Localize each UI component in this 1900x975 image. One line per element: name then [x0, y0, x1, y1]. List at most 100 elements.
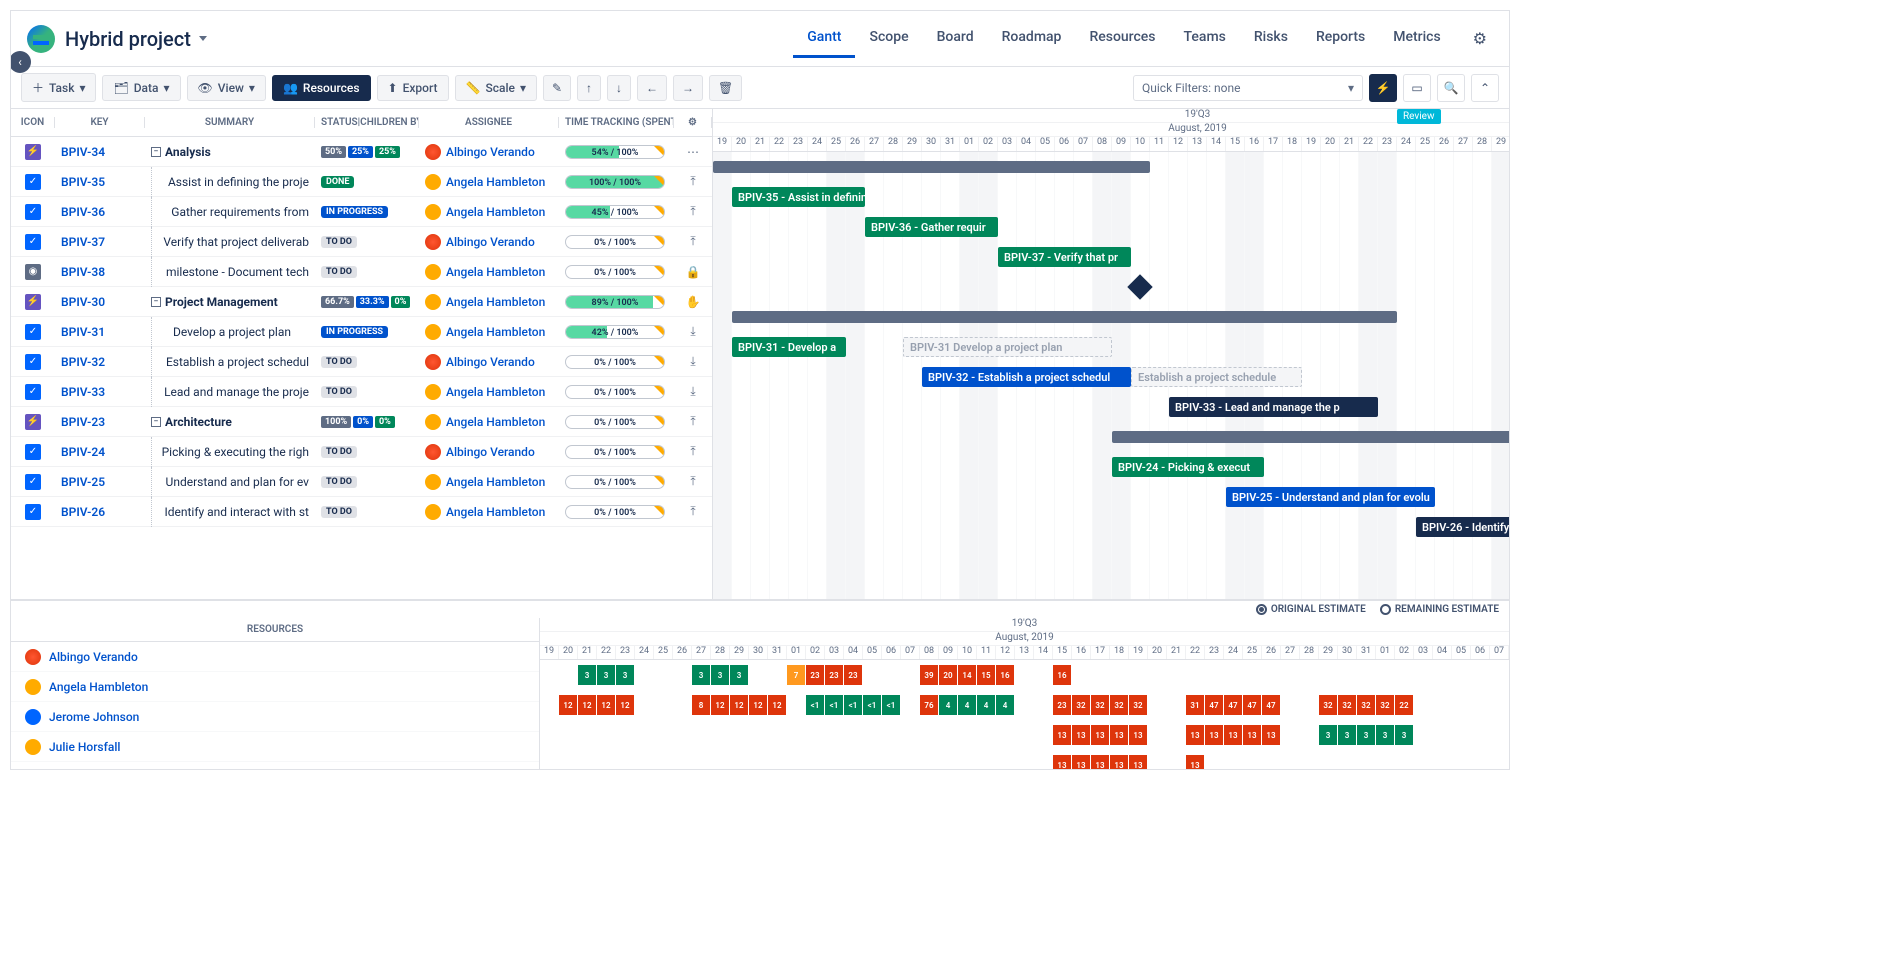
allocation-cell[interactable]: 3 [711, 665, 730, 685]
allocation-cell[interactable]: 20 [939, 665, 958, 685]
tree-toggle-icon[interactable]: − [151, 417, 161, 427]
allocation-cell[interactable]: 14 [958, 665, 977, 685]
gantt-bar[interactable]: BPIV-24 - Picking & execut [1112, 457, 1264, 477]
allocation-cell[interactable]: 32 [1091, 695, 1110, 715]
allocation-cell[interactable]: 13 [1129, 755, 1148, 770]
allocation-cell[interactable]: 47 [1205, 695, 1224, 715]
nav-risks[interactable]: Risks [1240, 19, 1302, 58]
nav-teams[interactable]: Teams [1170, 19, 1240, 58]
allocation-cell[interactable]: 23 [825, 665, 844, 685]
allocation-cell[interactable]: 32 [1072, 695, 1091, 715]
remaining-estimate-radio[interactable]: REMAINING ESTIMATE [1380, 604, 1499, 615]
allocation-cell[interactable]: <1 [882, 695, 901, 715]
assignee-link[interactable]: Albingo Verando [419, 444, 559, 460]
assignee-link[interactable]: Angela Hambleton [419, 204, 559, 220]
issue-summary[interactable]: Establish a project schedul [145, 347, 315, 377]
gantt-bar[interactable] [1112, 431, 1510, 443]
issue-key[interactable]: BPIV-25 [55, 475, 145, 489]
issue-key[interactable]: BPIV-31 [55, 325, 145, 339]
gantt-bar[interactable] [732, 311, 1397, 323]
allocation-cell[interactable]: 13 [1243, 725, 1262, 745]
issue-key[interactable]: BPIV-32 [55, 355, 145, 369]
export-button[interactable]: ⬆Export [377, 75, 449, 101]
search-icon[interactable]: 🔍 [1437, 74, 1465, 102]
settings-gear-icon[interactable]: ⚙ [1467, 19, 1493, 58]
nav-scope[interactable]: Scope [855, 19, 922, 58]
col-status[interactable]: STATUS|CHILDREN BY S [315, 117, 419, 128]
allocation-cell[interactable]: 47 [1243, 695, 1262, 715]
allocation-cell[interactable]: <1 [863, 695, 882, 715]
allocation-cell[interactable]: 4 [996, 695, 1015, 715]
assignee-link[interactable]: Albingo Verando [419, 354, 559, 370]
allocation-cell[interactable]: 3 [730, 665, 749, 685]
allocation-cell[interactable]: 32 [1129, 695, 1148, 715]
resources-button[interactable]: 👥Resources [272, 75, 371, 101]
issue-summary[interactable]: Understand and plan for ev [145, 467, 315, 497]
allocation-cell[interactable]: 13 [1186, 725, 1205, 745]
issue-key[interactable]: BPIV-33 [55, 385, 145, 399]
allocation-cell[interactable]: 23 [844, 665, 863, 685]
assignee-link[interactable]: Albingo Verando [419, 234, 559, 250]
view-button[interactable]: 👁View▾ [187, 75, 266, 101]
arrow-down-icon[interactable]: ↓ [607, 75, 631, 101]
delete-icon[interactable]: 🗑 [709, 75, 742, 101]
resource-person[interactable]: Jerome Johnson [11, 702, 539, 732]
nav-reports[interactable]: Reports [1302, 19, 1379, 58]
row-action-icon[interactable]: ⤓ [674, 354, 712, 369]
allocation-cell[interactable]: 3 [578, 665, 597, 685]
issue-key[interactable]: BPIV-34 [55, 145, 145, 159]
nav-board[interactable]: Board [923, 19, 988, 58]
allocation-cell[interactable]: 4 [958, 695, 977, 715]
data-button[interactable]: 🗂Data▾ [102, 75, 180, 101]
tree-toggle-icon[interactable]: − [151, 297, 161, 307]
assignee-link[interactable]: Angela Hambleton [419, 324, 559, 340]
allocation-cell[interactable]: 3 [692, 665, 711, 685]
allocation-cell[interactable]: 13 [1224, 725, 1243, 745]
collapse-icon[interactable]: ⌃ [1471, 74, 1499, 102]
allocation-cell[interactable]: 23 [806, 665, 825, 685]
gantt-bar[interactable]: BPIV-36 - Gather requir [865, 217, 998, 237]
allocation-cell[interactable]: 3 [1357, 725, 1376, 745]
allocation-cell[interactable]: 7 [787, 665, 806, 685]
allocation-cell[interactable]: 32 [1376, 695, 1395, 715]
nav-gantt[interactable]: Gantt [793, 19, 855, 58]
allocation-cell[interactable]: 3 [1319, 725, 1338, 745]
review-marker[interactable]: Review [1397, 109, 1441, 124]
assignee-link[interactable]: Angela Hambleton [419, 384, 559, 400]
col-icon[interactable]: ICON [11, 117, 55, 128]
arrow-right-icon[interactable]: → [673, 75, 703, 101]
row-action-icon[interactable]: ⤒ [674, 444, 712, 459]
allocation-cell[interactable]: 31 [1186, 695, 1205, 715]
allocation-cell[interactable]: 13 [1053, 755, 1072, 770]
issue-key[interactable]: BPIV-36 [55, 205, 145, 219]
allocation-cell[interactable]: 8 [692, 695, 711, 715]
issue-summary[interactable]: Picking & executing the righ [145, 437, 315, 467]
col-summary[interactable]: SUMMARY [145, 117, 315, 128]
back-button[interactable]: ‹ [10, 51, 31, 73]
allocation-cell[interactable]: 13 [1072, 755, 1091, 770]
gantt-bar[interactable]: Establish a project schedule [1131, 367, 1302, 387]
gantt-bar[interactable]: BPIV-33 - Lead and manage the p [1169, 397, 1378, 417]
row-action-icon[interactable]: ⤒ [674, 204, 712, 219]
issue-key[interactable]: BPIV-35 [55, 175, 145, 189]
allocation-cell[interactable]: 3 [1395, 725, 1414, 745]
row-action-icon[interactable]: ⤒ [674, 474, 712, 489]
issue-key[interactable]: BPIV-26 [55, 505, 145, 519]
col-timetracking[interactable]: TIME TRACKING (SPENT) [559, 117, 674, 128]
issue-key[interactable]: BPIV-30 [55, 295, 145, 309]
allocation-cell[interactable]: 76 [920, 695, 939, 715]
allocation-cell[interactable]: 3 [1338, 725, 1357, 745]
row-action-icon[interactable]: ✋ [674, 295, 712, 309]
allocation-cell[interactable]: 47 [1224, 695, 1243, 715]
allocation-cell[interactable]: 13 [1262, 725, 1281, 745]
bolt-icon[interactable]: ⚡ [1369, 74, 1397, 102]
allocation-cell[interactable]: 13 [1205, 725, 1224, 745]
gantt-bar[interactable]: BPIV-37 - Verify that pr [998, 247, 1131, 267]
issue-summary[interactable]: −Project Management [145, 295, 315, 309]
allocation-cell[interactable]: <1 [806, 695, 825, 715]
row-action-icon[interactable]: ⤓ [674, 324, 712, 339]
quick-filter-dropdown[interactable]: Quick Filters: none▾ [1133, 75, 1363, 101]
assignee-link[interactable]: Angela Hambleton [419, 414, 559, 430]
allocation-cell[interactable]: 13 [1186, 755, 1205, 770]
allocation-cell[interactable]: 12 [711, 695, 730, 715]
